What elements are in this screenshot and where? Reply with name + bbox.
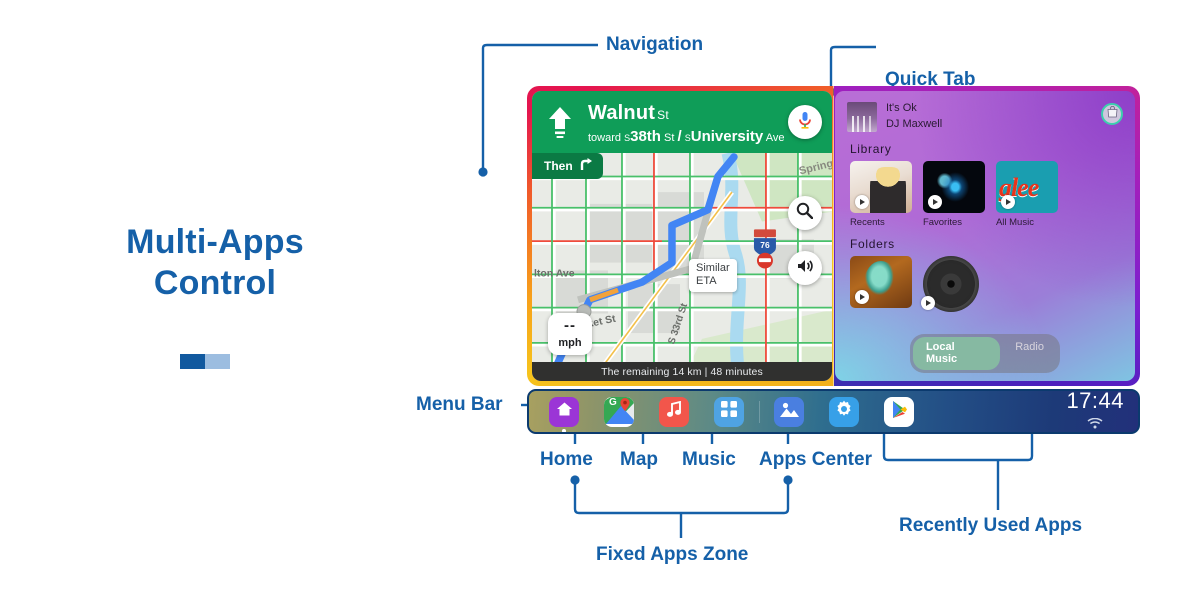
library-tile-favorites-caption: Favorites [922, 216, 963, 228]
voice-search-button[interactable] [787, 105, 822, 139]
page-root: Multi-Apps Control Navigation Quick Tab … [0, 0, 1200, 602]
navigation-toward-road1: 38th [630, 127, 661, 145]
wifi-icon [1066, 416, 1124, 433]
play-icon[interactable] [1000, 194, 1015, 209]
library-tile-recents-art [849, 160, 912, 213]
music-source-tabs: Local Music Radio [909, 334, 1060, 373]
library-tile-recents[interactable]: Recents [849, 160, 912, 228]
arrow-up-icon [532, 106, 588, 138]
play-icon[interactable] [920, 295, 935, 310]
now-playing-artist: DJ Maxwell [885, 117, 943, 130]
navigation-footer: The remaining 14 km | 48 minutes [532, 362, 832, 381]
navigation-street-name: Walnut [588, 101, 656, 124]
active-app-indicator [562, 428, 566, 432]
app-icon-map[interactable]: G [604, 396, 634, 427]
navigation-street-suffix: St [657, 107, 669, 122]
annotation-fixed-apps-zone: Fixed Apps Zone [596, 544, 749, 565]
play-icon[interactable] [854, 194, 869, 209]
navigation-panel[interactable]: lton Ave Market St S 33rd St Spring 76 W… [532, 91, 832, 381]
shopping-bag-button[interactable] [1101, 103, 1123, 125]
now-playing[interactable]: It's Ok DJ Maxwell [846, 101, 1123, 133]
play-icon[interactable] [927, 194, 942, 209]
library-tile-favorites[interactable]: Favorites [922, 160, 985, 228]
gear-icon [835, 400, 853, 423]
map-volume-button[interactable] [787, 251, 822, 285]
music-panel[interactable]: It's Ok DJ Maxwell Library Recents Favor… [835, 91, 1135, 381]
similar-eta-line2: ETA [696, 275, 717, 288]
play-icon[interactable] [854, 289, 869, 304]
annotation-apps-center: Apps Center [759, 449, 872, 470]
shopping-bag-icon [1107, 105, 1118, 123]
search-icon [796, 202, 814, 224]
navigation-toward-road2: University [690, 127, 764, 145]
navigation-header: Walnut St toward S38th St / SUniversity A… [532, 91, 832, 153]
page-title-line1: Multi-Apps [126, 223, 304, 261]
now-playing-meta: It's Ok DJ Maxwell [886, 101, 942, 133]
turn-right-icon [579, 157, 593, 174]
title-accent-bar-light [205, 354, 230, 369]
similar-eta-tooltip: Similar ETA [689, 259, 737, 293]
library-tile-all-music-art [995, 160, 1058, 213]
status-clock: 17:44 [1066, 389, 1130, 433]
folder-tile-portrait-art [849, 255, 912, 308]
map-search-button[interactable] [787, 196, 822, 230]
app-icon-photos[interactable] [774, 396, 804, 427]
annotation-music: Music [682, 449, 736, 470]
library-tile-recents-caption: Recents [849, 216, 885, 228]
app-icon-apps-center[interactable] [714, 396, 744, 427]
google-maps-icon: G [604, 396, 634, 427]
speed-unit: mph [558, 336, 582, 349]
title-accent-bar-dark [180, 354, 205, 369]
navigation-toward-road2-suffix: Ave [765, 131, 785, 144]
svg-text:lton Ave: lton Ave [534, 268, 575, 279]
navigation-toward-sep: / [677, 127, 682, 145]
car-display: lton Ave Market St S 33rd St Spring 76 W… [527, 86, 1140, 434]
library-tile-favorites-art [922, 160, 985, 213]
menu-bar: G 17:44 [527, 389, 1140, 434]
speed-value: -- [564, 316, 576, 334]
speedometer-chip: -- mph [548, 313, 592, 355]
library-tiles: Recents Favorites All Music [847, 160, 1123, 228]
folders-label: Folders [849, 236, 895, 251]
tab-radio[interactable]: Radio [1002, 337, 1057, 370]
library-label: Library [849, 141, 892, 156]
folder-tiles [847, 255, 1123, 312]
navigation-toward-prefix: toward [588, 131, 622, 144]
app-icon-home[interactable] [549, 396, 579, 432]
title-accent-bar [180, 354, 230, 369]
library-tile-all-music-caption: All Music [995, 216, 1034, 228]
photos-icon [779, 401, 799, 423]
annotation-recently-used-apps: Recently Used Apps [899, 515, 1083, 536]
app-icon-settings[interactable] [829, 396, 859, 427]
tab-local-music[interactable]: Local Music [912, 337, 1001, 370]
svg-text:76: 76 [760, 240, 770, 250]
folder-tile-vinyl[interactable] [920, 255, 979, 312]
now-playing-artwork [846, 101, 877, 132]
page-title-line2: Control [153, 264, 277, 303]
microphone-icon [797, 111, 813, 134]
volume-icon [796, 258, 814, 279]
library-tile-all-music[interactable]: All Music [995, 160, 1058, 228]
now-playing-title: It's Ok [885, 102, 917, 114]
google-play-icon [891, 400, 908, 424]
then-label: Then [544, 158, 573, 173]
app-icon-play-store[interactable] [884, 396, 914, 427]
navigation-toward-road1-suffix: St [664, 131, 675, 144]
annotation-home: Home [540, 449, 593, 470]
clock-time: 17:44 [1066, 389, 1124, 413]
folder-tile-portrait[interactable] [849, 255, 912, 308]
annotation-map: Map [620, 449, 658, 470]
svg-text:G: G [609, 397, 617, 408]
home-icon [556, 401, 573, 422]
app-icon-music[interactable] [659, 396, 689, 427]
music-note-icon [666, 400, 682, 423]
menu-bar-divider [759, 400, 760, 423]
app-panels: lton Ave Market St S 33rd St Spring 76 W… [527, 86, 1140, 386]
grid-apps-icon [721, 401, 737, 422]
similar-eta-line1: Similar [696, 262, 730, 274]
annotation-menu-bar: Menu Bar [416, 394, 503, 415]
then-maneuver-chip: Then [532, 153, 603, 179]
page-title: Multi-Apps Control [60, 222, 370, 305]
annotation-navigation: Navigation [606, 34, 704, 55]
